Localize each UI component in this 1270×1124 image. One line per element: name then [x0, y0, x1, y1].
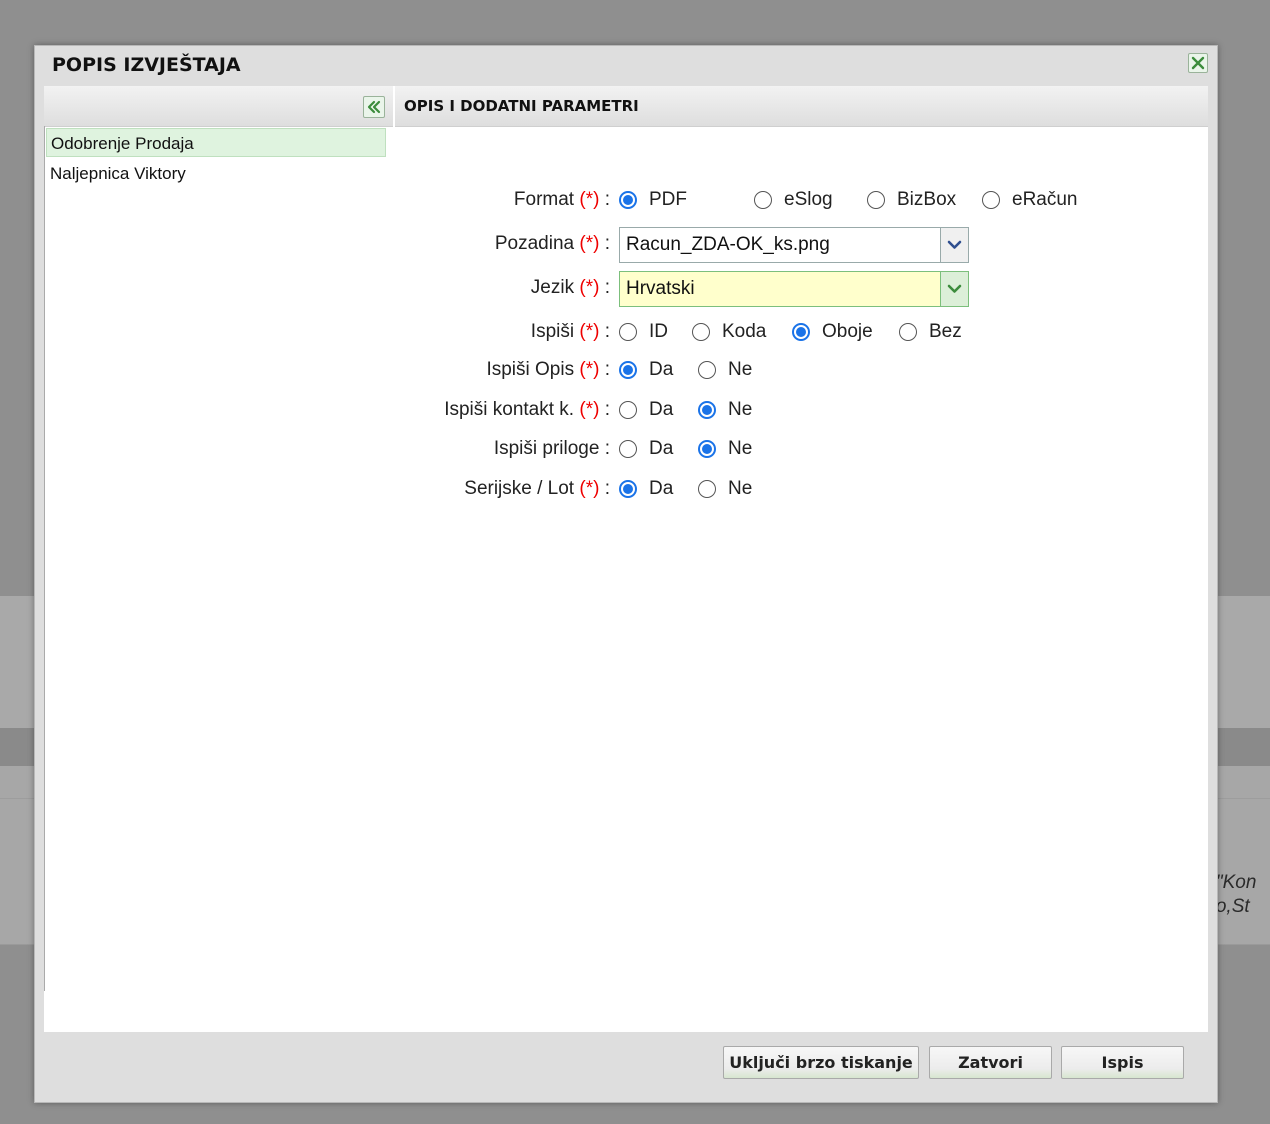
- parameters-header: OPIS I DODATNI PARAMETRI: [395, 86, 1208, 127]
- serijske-label: Serijske / Lot (*) :: [464, 478, 610, 499]
- format-label: Format (*) :: [513, 189, 610, 210]
- jezik-value: Hrvatski: [626, 278, 695, 299]
- ispisi-kontakt-radio-da[interactable]: Da: [619, 393, 673, 427]
- jezik-select[interactable]: Hrvatski: [619, 271, 969, 307]
- ispisi-priloge-label: Ispiši priloge :: [493, 438, 610, 459]
- serijske-radio-da[interactable]: Da: [619, 472, 673, 506]
- ispisi-opis-radio-da[interactable]: Da: [619, 353, 673, 387]
- ispisi-label: Ispiši (*) :: [530, 321, 610, 342]
- ispisi-opis-radio-ne[interactable]: Ne: [698, 353, 752, 387]
- close-button[interactable]: Zatvori: [929, 1046, 1052, 1079]
- format-radio-pdf[interactable]: PDF: [619, 183, 687, 217]
- ispisi-radio-bez[interactable]: Bez: [899, 315, 962, 349]
- jezik-label: Jezik (*) :: [530, 277, 610, 298]
- serijske-row: Serijske / Lot (*) : Da Ne: [395, 472, 1208, 506]
- report-list-border: [44, 126, 45, 991]
- format-radio-eslog[interactable]: eSlog: [754, 183, 833, 217]
- chevron-down-icon: [947, 240, 962, 249]
- dialog-title: POPIS IZVJEŠTAJA: [52, 54, 241, 76]
- collapse-button[interactable]: [363, 96, 385, 118]
- ispisi-radio-id[interactable]: ID: [619, 315, 668, 349]
- pozadina-value: Racun_ZDA-OK_ks.png: [626, 234, 830, 255]
- close-icon: [1191, 56, 1205, 70]
- ispisi-priloge-radio-ne[interactable]: Ne: [698, 432, 752, 466]
- quick-print-button[interactable]: Uključi brzo tiskanje: [723, 1046, 919, 1079]
- pozadina-row: Pozadina (*) : Racun_ZDA-OK_ks.png: [395, 227, 1208, 263]
- ispisi-kontakt-radio-ne[interactable]: Ne: [698, 393, 752, 427]
- ispisi-priloge-row: Ispiši priloge : Da Ne: [395, 432, 1208, 466]
- ispisi-opis-label: Ispiši Opis (*) :: [486, 359, 610, 380]
- print-button[interactable]: Ispis: [1061, 1046, 1184, 1079]
- ispisi-opis-row: Ispiši Opis (*) : Da Ne: [395, 353, 1208, 387]
- report-list-item[interactable]: Odobrenje Prodaja: [46, 128, 386, 157]
- report-list-item-label: Odobrenje Prodaja: [51, 134, 194, 153]
- report-list-item[interactable]: Naljepnica Viktory: [46, 159, 386, 188]
- report-list-header: [44, 86, 393, 127]
- dialog-close-button[interactable]: [1188, 53, 1208, 73]
- ispisi-kontakt-label: Ispiši kontakt k. (*) :: [444, 399, 610, 420]
- jezik-row: Jezik (*) : Hrvatski: [395, 271, 1208, 307]
- format-row: Format (*) : PDF eSlog BizBox eRačun: [395, 183, 1208, 217]
- jezik-dropdown-button[interactable]: [940, 272, 968, 306]
- ispisi-radio-koda[interactable]: Koda: [692, 315, 766, 349]
- parameters-title: OPIS I DODATNI PARAMETRI: [404, 97, 639, 115]
- double-chevron-left-icon: [367, 100, 381, 114]
- ispisi-kontakt-row: Ispiši kontakt k. (*) : Da Ne: [395, 393, 1208, 427]
- ispisi-priloge-radio-da[interactable]: Da: [619, 432, 673, 466]
- format-radio-eracun[interactable]: eRačun: [982, 183, 1078, 217]
- pozadina-dropdown-button[interactable]: [940, 228, 968, 262]
- chevron-down-icon: [947, 284, 962, 293]
- dialog-content: Odobrenje Prodaja Naljepnica Viktory OPI…: [44, 86, 1208, 1032]
- format-radio-bizbox[interactable]: BizBox: [867, 183, 956, 217]
- report-dialog: POPIS IZVJEŠTAJA Odobrenje Prodaja Nalje…: [34, 45, 1218, 1103]
- report-list-item-label: Naljepnica Viktory: [50, 164, 186, 183]
- serijske-radio-ne[interactable]: Ne: [698, 472, 752, 506]
- pozadina-label: Pozadina (*) :: [494, 233, 610, 254]
- pozadina-select[interactable]: Racun_ZDA-OK_ks.png: [619, 227, 969, 263]
- ispisi-radio-oboje[interactable]: Oboje: [792, 315, 873, 349]
- ispisi-row: Ispiši (*) : ID Koda Oboje Bez: [395, 315, 1208, 349]
